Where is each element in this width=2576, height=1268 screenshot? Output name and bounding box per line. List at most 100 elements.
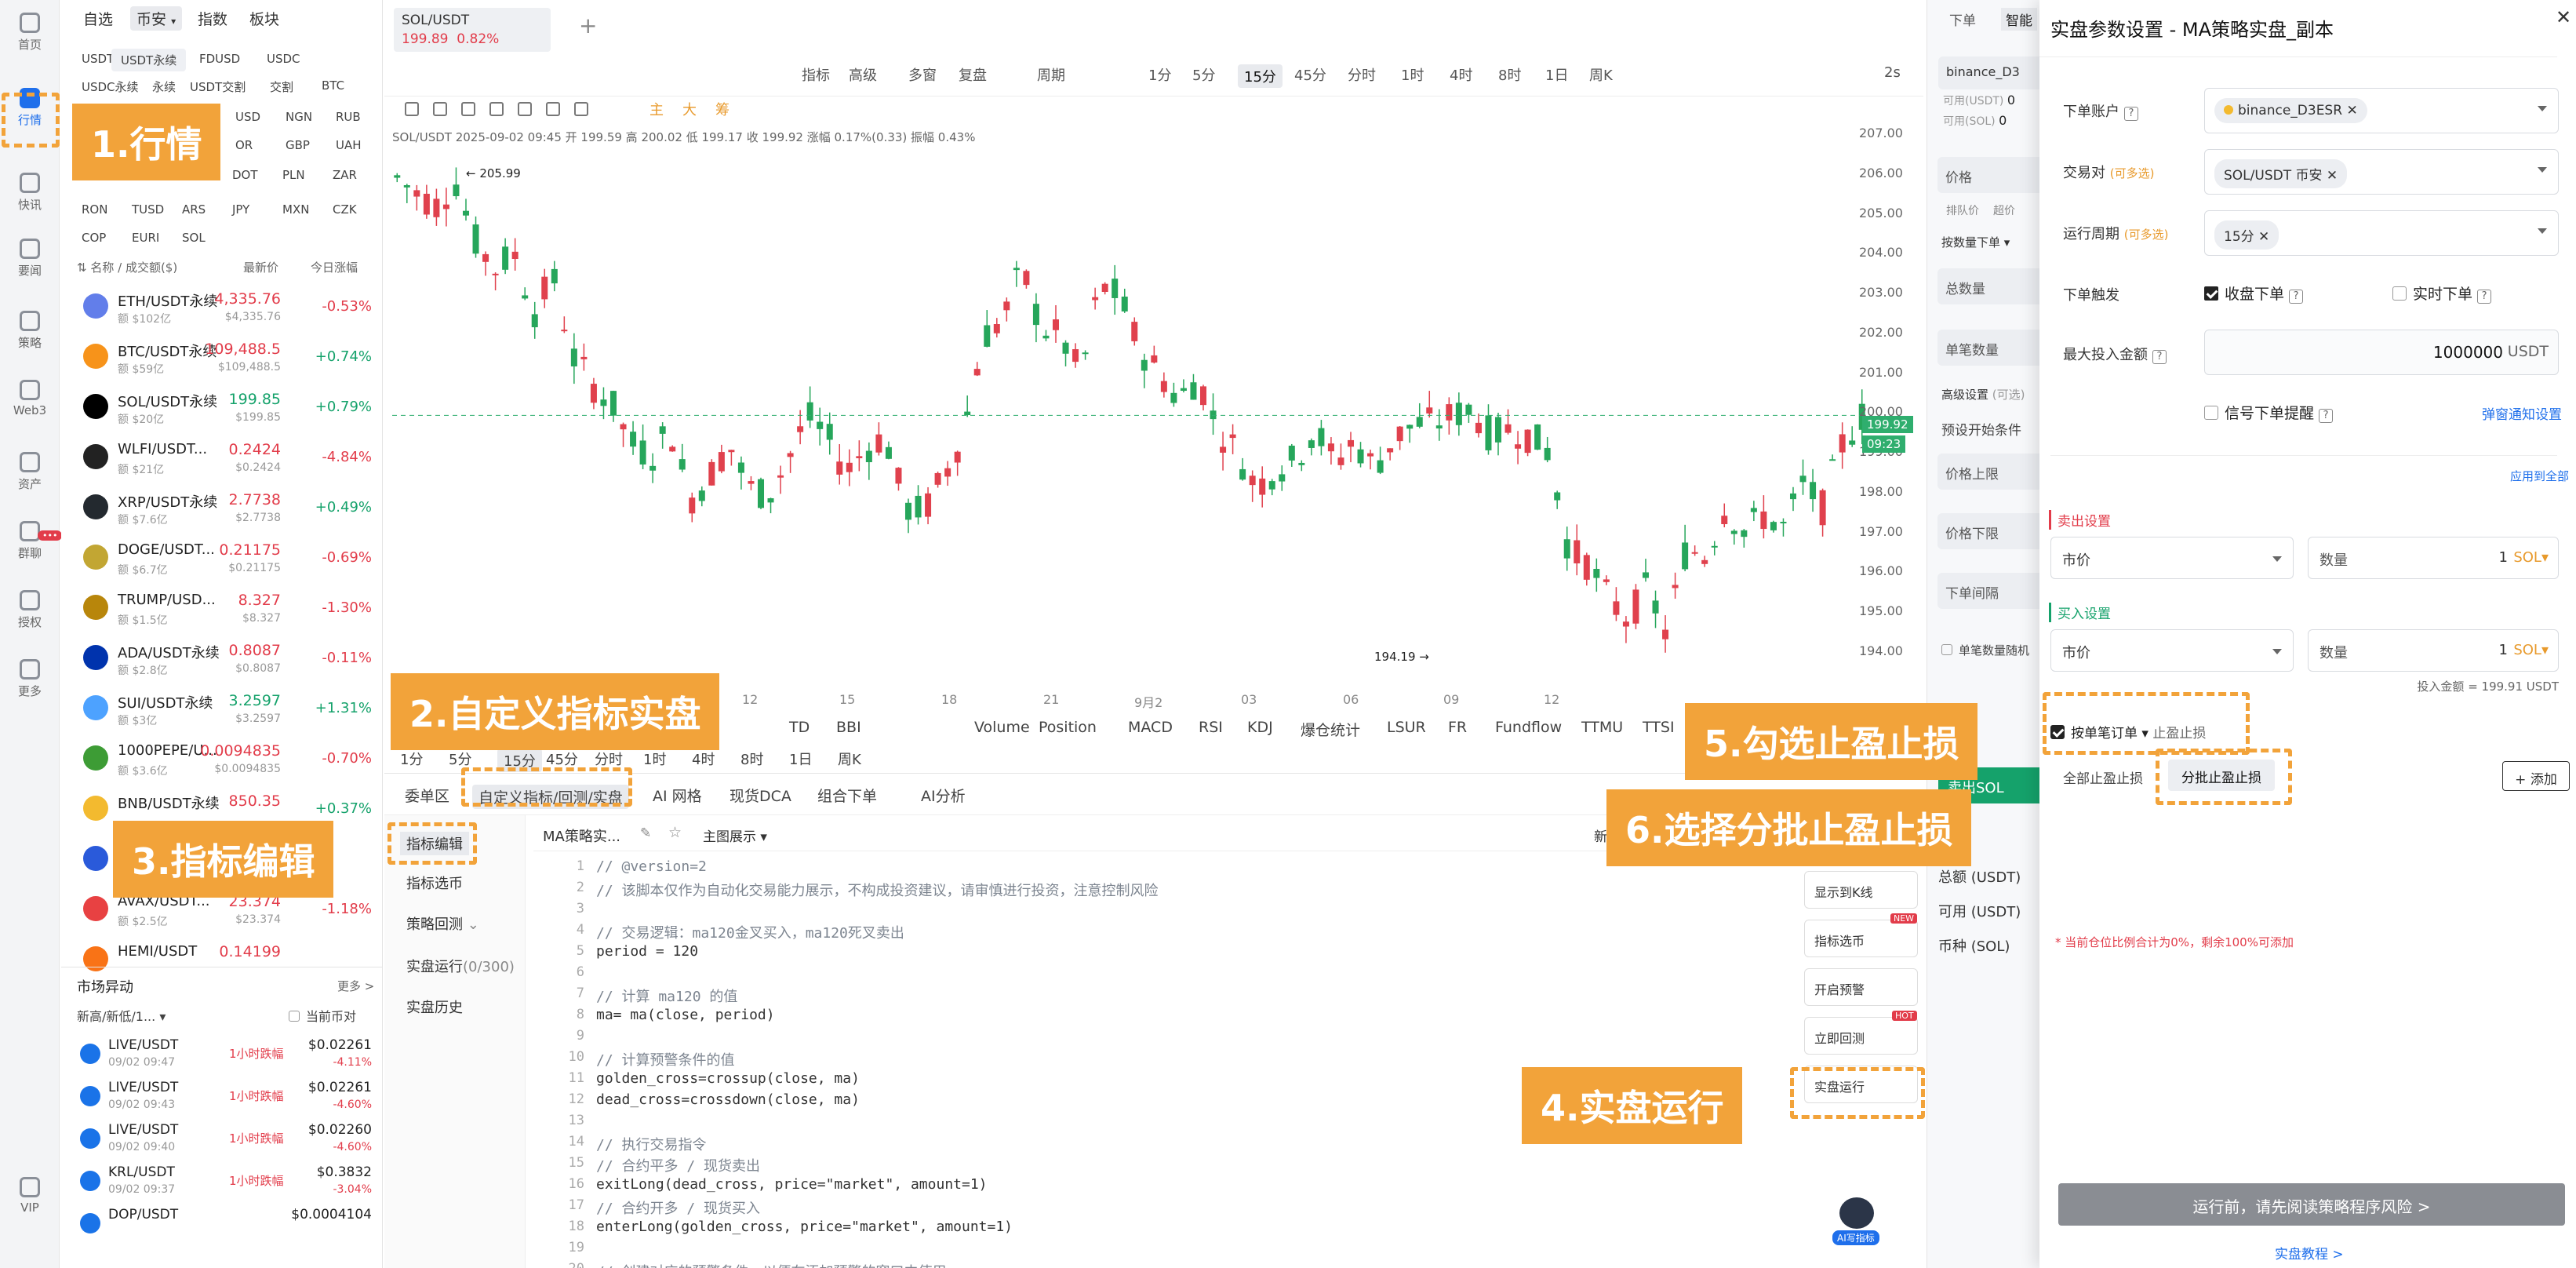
bottom-tab-4[interactable]: 组合下单 [817,785,877,806]
editor-button-3[interactable]: 立即回测 [1804,1017,1918,1055]
pair-tag[interactable]: SOL/USDT 币安 ✕ [2214,159,2348,188]
file-name[interactable]: MA策略实... [543,825,620,846]
mover-row[interactable]: LIVE/USDT 09/02 09:47 1小时跌幅 $0.02261 -4.11% [61,1034,383,1077]
max-amount-input[interactable]: 1000000 USDT [2204,330,2559,375]
quote-filter[interactable]: OR [226,135,262,155]
period-tag[interactable]: 15分 ✕ [2214,220,2279,250]
mover-row[interactable]: LIVE/USDT 09/02 09:43 1小时跌幅 $0.02261 -4.60% [61,1077,383,1119]
toolbar-6[interactable]: 5分 [1192,64,1215,85]
movers-filter-select[interactable]: 新高/新低/1... ▾ [77,1006,166,1025]
indicator-10[interactable]: Fundflow [1495,719,1562,736]
bottom-tab-2[interactable]: AI 网格 [653,785,702,806]
current-pair-checkbox[interactable]: 当前币对 [289,1006,356,1025]
quote-filter[interactable]: USD [226,107,270,127]
sell-unit-select[interactable]: SOL▾ [2513,549,2549,566]
period-8[interactable]: 1日 [789,749,812,769]
period-select[interactable]: 15分 ✕ [2204,210,2559,256]
quote-filter[interactable]: 永续 [143,75,185,98]
bottom-tab-0[interactable]: 委单区 [405,785,449,806]
drawing-label[interactable]: 大 [682,99,697,119]
queue-price-tab[interactable]: 排队价 [1946,202,1979,218]
toolbar-13[interactable]: 1日 [1545,64,1568,85]
order-tab-place[interactable]: 下单 [1949,9,1976,29]
quote-filter[interactable]: USDT永续 [111,49,187,71]
nav-item-6[interactable]: 资产 [0,452,60,492]
indicator-5[interactable]: RSI [1199,719,1223,736]
quote-filter[interactable]: JPY [223,199,259,220]
nav-item-2[interactable]: 快讯 [0,173,60,213]
toolbar-2[interactable]: 多窗 [908,64,937,85]
order-field-2[interactable]: 单笔数量 [1937,330,2047,366]
nav-item-10[interactable]: VIP [0,1177,60,1215]
quote-filter[interactable]: CZK [323,199,366,220]
bottom-tab-5[interactable]: AI分析 [921,785,966,806]
toolbar-0[interactable]: 指标 [802,64,830,85]
period-7[interactable]: 8时 [740,749,763,769]
quote-filter[interactable]: COP [72,228,115,248]
quote-filter[interactable]: DOT [223,165,267,185]
list-item[interactable]: XRP/USDT永续额 $7.6亿 2.7738 $2.7738 +0.49% [61,483,383,534]
buy-type-select[interactable]: 市价 [2050,629,2294,672]
sell-qty-input[interactable]: 数量 1 SOL▾ [2308,537,2559,579]
order-field-3[interactable]: 价格上限 [1937,454,2047,490]
nav-item-0[interactable]: 首页 [0,13,60,53]
list-item[interactable]: DOGE/USDT... 额 $6.7亿 0.21175 $0.21175 -0.69% [61,534,383,584]
toolbar-11[interactable]: 4时 [1450,64,1472,85]
ruler-icon[interactable] [518,102,532,116]
tab-sector[interactable]: 板块 [243,6,286,31]
nav-item-9[interactable]: 更多 [0,659,60,699]
period-5[interactable]: 1时 [643,749,666,769]
editor-button-1[interactable]: 指标选币 [1804,920,1918,957]
quote-filter[interactable]: BTC [312,75,354,96]
add-button[interactable]: + 添加 [2502,761,2570,791]
period-6[interactable]: 4时 [692,749,715,769]
close-icon[interactable]: ✕ [2556,6,2571,28]
toolbar-12[interactable]: 8时 [1498,64,1521,85]
list-item[interactable]: ETH/USDT永续额 $102亿 4,335.76 $4,335.76 -0.53% [61,282,383,333]
list-item[interactable]: 1000PEPE/U... 额 $3.6亿 0.0094835 $0.0094835-… [61,734,383,785]
popup-settings-link[interactable]: 弹窗通知设置 [2482,403,2562,423]
tutorial-link[interactable]: 实盘教程 > [2275,1243,2344,1263]
realtime-order-radio[interactable]: 实时下单? [2392,282,2492,304]
quote-filter[interactable]: USDC [257,49,310,69]
col-price-header[interactable]: 最新价 [243,259,278,275]
quote-filter[interactable]: FDUSD [190,49,249,69]
ray-icon[interactable] [461,102,475,116]
indicator-6[interactable]: KDJ [1247,719,1273,736]
mover-row[interactable]: KRL/USDT 09/02 09:37 1小时跌幅 $0.3832 -3.04% [61,1161,383,1204]
risk-read-button[interactable]: 运行前，请先阅读策略程序风险 > [2058,1183,2565,1226]
period-1[interactable]: 5分 [449,749,471,769]
order-field-1[interactable]: 总数量 [1937,268,2047,304]
indicator-1[interactable]: BBI [836,719,861,736]
add-tab-icon[interactable]: + [579,13,597,38]
ai-robot-icon[interactable] [1839,1197,1874,1229]
pen-icon[interactable] [405,102,419,116]
indicator-0[interactable]: TD [789,719,810,736]
sell-type-select[interactable]: 市价 [2050,537,2294,579]
quote-filter[interactable]: TUSD [122,199,173,220]
nav-item-4[interactable]: 策略 [0,311,60,351]
quote-filter[interactable]: USDT交割 [180,75,255,98]
side-item-1[interactable]: 指标选币 [406,873,463,893]
fib-icon[interactable] [574,102,588,116]
over-price-tab[interactable]: 超价 [1993,202,2015,218]
indicator-11[interactable]: TTMU [1581,719,1623,736]
quote-filter[interactable]: UAH [326,135,371,155]
editor-button-0[interactable]: 显示到K线 [1804,871,1918,909]
toolbar-9[interactable]: 分时 [1348,64,1376,85]
mover-row[interactable]: LIVE/USDT 09/02 09:40 1小时跌幅 $0.02260 -4.60% [61,1119,383,1161]
line-icon[interactable] [433,102,447,116]
drawing-label[interactable]: 主 [649,99,664,119]
pair-select[interactable]: SOL/USDT 币安 ✕ [2204,149,2559,195]
period-0[interactable]: 1分 [400,749,423,769]
indicator-4[interactable]: MACD [1128,719,1173,736]
quote-filter[interactable]: RON [72,199,117,220]
ai-assistant-label[interactable]: AI写指标 [1832,1230,1879,1245]
list-item[interactable]: BTC/USDT永续额 $59亿 109,488.5 $109,488.5 +0.74… [61,333,383,383]
quote-filter[interactable]: EURI [122,228,169,248]
quote-filter[interactable]: ZAR [323,165,366,185]
qty-mode-select[interactable]: 按数量下单 ▾ [1941,234,2010,250]
col-change-header[interactable]: 今日涨幅 [311,259,358,275]
main-display-select[interactable]: 主图展示 ▾ [703,825,767,845]
tp-all-tab[interactable]: 全部止盈止损 [2063,767,2143,787]
